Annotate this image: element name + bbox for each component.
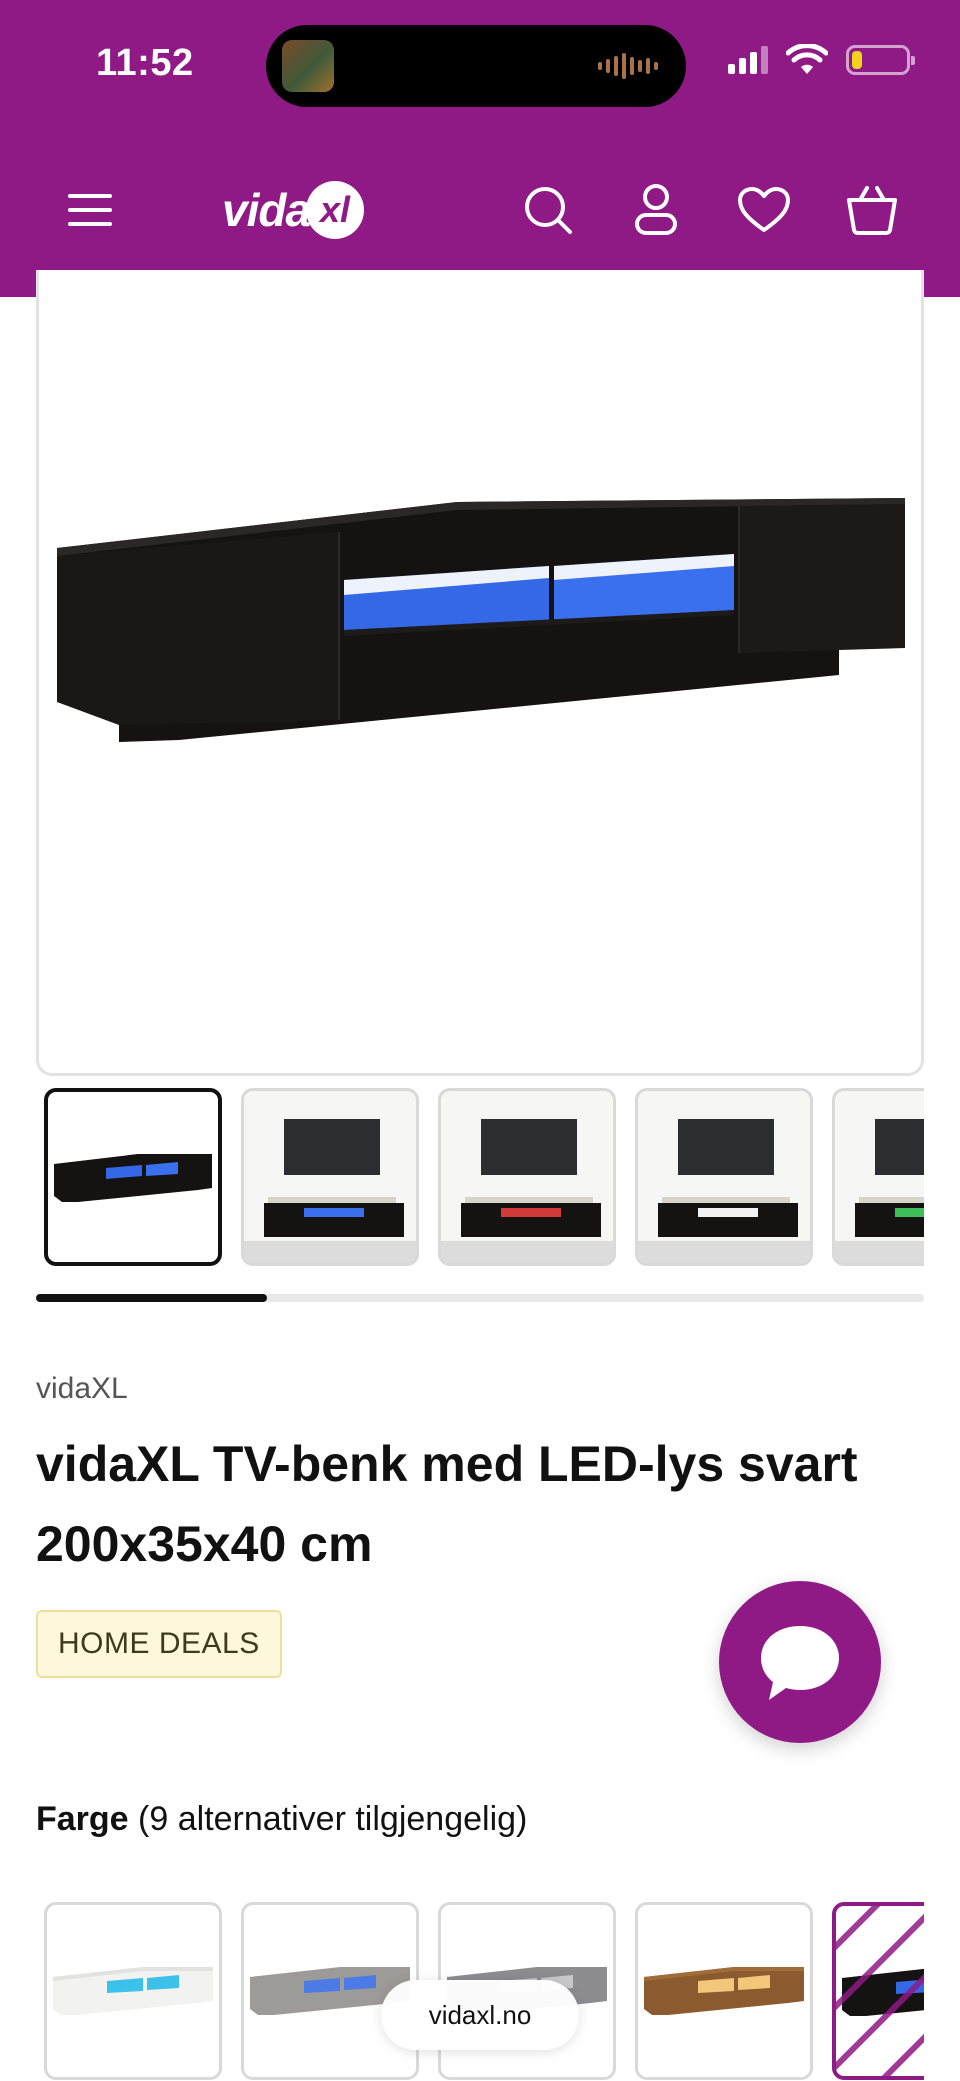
color-label-title: Farge <box>36 1800 129 1838</box>
cellular-signal-icon <box>728 46 768 74</box>
gallery-scrollbar-thumb[interactable] <box>36 1294 267 1302</box>
thumbnail-image <box>638 1119 810 1263</box>
swatch-image <box>53 1967 213 2015</box>
swatch-image <box>644 1967 804 2015</box>
search-icon[interactable] <box>518 180 578 240</box>
product-brand[interactable]: vidaXL <box>36 1372 128 1406</box>
thumbnail-image <box>835 1119 924 1263</box>
status-icons <box>728 44 915 76</box>
thumbnail-4[interactable] <box>635 1088 813 1266</box>
wifi-icon <box>786 44 828 74</box>
thumbnail-2[interactable] <box>241 1088 419 1266</box>
thumbnail-image <box>244 1119 416 1263</box>
thumbnail-1[interactable] <box>44 1088 222 1266</box>
thumbnail-strip <box>44 1088 924 1268</box>
home-deals-badge: HOME DEALS <box>36 1610 282 1678</box>
logo-text: vida <box>222 184 311 236</box>
product-title: vidaXL TV-benk med LED-lys svart 200x35x… <box>36 1436 858 1572</box>
thumbnail-3[interactable] <box>438 1088 616 1266</box>
battery-level <box>852 51 862 69</box>
logo-mark: xl <box>306 181 365 239</box>
status-time: 11:52 <box>96 42 194 84</box>
audio-wave-icon <box>598 53 658 79</box>
vidaxl-logo[interactable]: vida xl <box>222 180 365 240</box>
color-swatch-black[interactable] <box>832 1902 924 2080</box>
heart-icon[interactable] <box>734 180 794 240</box>
color-swatch-white[interactable] <box>44 1902 222 2080</box>
chat-button[interactable] <box>719 1581 881 1743</box>
tv-bench-image <box>57 498 905 742</box>
swatch-image <box>836 1906 924 2076</box>
thumbnail-image <box>441 1119 613 1263</box>
product-main-image[interactable] <box>36 270 924 1076</box>
menu-icon[interactable] <box>60 180 120 240</box>
account-icon[interactable] <box>626 180 686 240</box>
browser-url-pill[interactable]: vidaxl.no <box>381 1980 579 2050</box>
battery-icon <box>846 45 915 75</box>
color-options-count: (9 alternativer tilgjengelig) <box>138 1800 528 1838</box>
site-header: 11:52 vida xl <box>0 0 960 297</box>
chat-bubble-icon <box>761 1626 839 1700</box>
dynamic-island <box>266 25 686 107</box>
now-playing-artwork <box>282 40 334 92</box>
color-swatch-smoked-oak[interactable] <box>635 1902 813 2080</box>
nav-bar: vida xl <box>0 160 960 260</box>
basket-icon[interactable] <box>842 180 902 240</box>
gallery-scrollbar[interactable] <box>36 1294 924 1302</box>
thumbnail-5[interactable] <box>832 1088 924 1266</box>
color-label: Farge (9 alternativer tilgjengelig) <box>36 1800 527 1839</box>
thumbnail-image <box>54 1154 212 1202</box>
